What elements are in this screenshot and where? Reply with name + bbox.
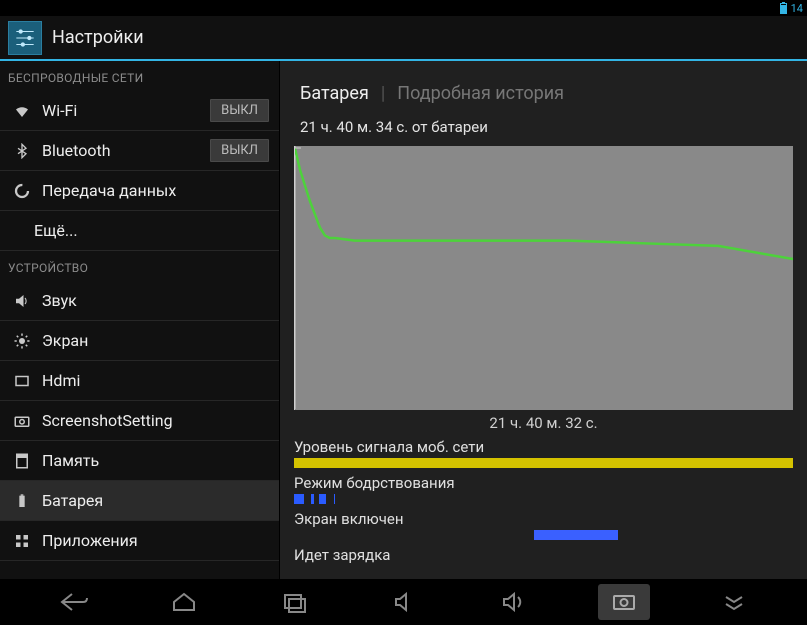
tab-separator: | (381, 83, 385, 104)
hdmi-icon (10, 372, 34, 390)
tab-battery[interactable]: Батарея (300, 83, 369, 104)
chart-axis-end: 21 ч. 40 м. 32 с. (280, 414, 807, 432)
settings-app-icon (8, 21, 42, 55)
row-awake-track (294, 494, 793, 504)
sidebar-item-hdmi[interactable]: Hdmi (0, 361, 279, 401)
camera-icon (10, 412, 34, 430)
sidebar-item-label: Ещё... (34, 221, 78, 240)
row-screen: Экран включен (294, 510, 793, 540)
sound-icon (10, 292, 34, 310)
nav-volume-up-button[interactable] (488, 584, 540, 620)
sidebar-item-sound[interactable]: Звук (0, 281, 279, 321)
sidebar-item-display[interactable]: Экран (0, 321, 279, 361)
row-awake: Режим бодрствования (294, 474, 793, 504)
sidebar-item-label: Приложения (42, 531, 138, 550)
sidebar-item-label: Батарея (42, 491, 103, 510)
storage-icon (10, 452, 34, 470)
bluetooth-icon (10, 143, 34, 159)
on-battery-time: 21 ч. 40 м. 34 с. от батареи (280, 118, 807, 142)
data-usage-icon (10, 182, 34, 200)
sidebar-item-screenshot[interactable]: ScreenshotSetting (0, 401, 279, 441)
sidebar-item-apps[interactable]: Приложения (0, 521, 279, 561)
battery-chart[interactable] (294, 146, 793, 410)
nav-recent-button[interactable] (268, 584, 320, 620)
section-header-device: УСТРОЙСТВО (0, 251, 279, 281)
battery-status-icon (780, 3, 787, 14)
tab-history[interactable]: Подробная история (397, 83, 564, 104)
brightness-icon (10, 332, 34, 350)
row-charging: Идет зарядка (294, 546, 793, 576)
row-charging-label: Идет зарядка (294, 546, 793, 564)
sidebar-item-wifi[interactable]: Wi-Fi ВЫКЛ (0, 91, 279, 131)
battery-chart-svg (295, 146, 793, 409)
battery-panel: Батарея | Подробная история 21 ч. 40 м. … (280, 61, 807, 579)
sidebar-item-label: Звук (42, 291, 77, 310)
nav-back-button[interactable] (48, 584, 100, 620)
sidebar-item-data-usage[interactable]: Передача данных (0, 171, 279, 211)
sidebar-item-label: ScreenshotSetting (42, 411, 173, 430)
sidebar-item-label: Экран (42, 331, 88, 350)
wifi-icon (10, 102, 34, 120)
row-awake-label: Режим бодрствования (294, 474, 793, 492)
sidebar-item-battery[interactable]: Батарея (0, 481, 279, 521)
sidebar-item-label: Bluetooth (42, 141, 111, 160)
sidebar-item-more[interactable]: Ещё... (0, 211, 279, 251)
nav-expand-button[interactable] (708, 584, 760, 620)
sidebar-item-label: Hdmi (42, 371, 80, 390)
status-bar: 14 (0, 0, 807, 16)
sidebar-item-storage[interactable]: Память (0, 441, 279, 481)
row-signal-label: Уровень сигнала моб. сети (294, 438, 793, 456)
bluetooth-toggle[interactable]: ВЫКЛ (210, 139, 269, 162)
nav-volume-down-button[interactable] (378, 584, 430, 620)
nav-screenshot-button[interactable] (598, 584, 650, 620)
apps-icon (10, 532, 34, 550)
sidebar-item-label: Память (42, 451, 99, 470)
app-title: Настройки (52, 27, 144, 48)
nav-home-button[interactable] (158, 584, 210, 620)
sidebar-item-label: Передача данных (42, 181, 176, 200)
system-nav-bar (0, 579, 807, 625)
action-bar: Настройки (0, 16, 807, 61)
row-charging-track (294, 566, 793, 576)
tabs: Батарея | Подробная история (280, 61, 807, 118)
row-signal: Уровень сигнала моб. сети (294, 438, 793, 468)
status-clock: 14 (791, 2, 803, 15)
settings-sidebar: БЕСПРОВОДНЫЕ СЕТИ Wi-Fi ВЫКЛ Bluetooth В… (0, 61, 280, 579)
row-screen-label: Экран включен (294, 510, 793, 528)
row-signal-track (294, 458, 793, 468)
row-screen-track (294, 530, 793, 540)
wifi-toggle[interactable]: ВЫКЛ (210, 99, 269, 122)
battery-icon (10, 493, 34, 509)
main-container: БЕСПРОВОДНЫЕ СЕТИ Wi-Fi ВЫКЛ Bluetooth В… (0, 61, 807, 579)
section-header-wireless: БЕСПРОВОДНЫЕ СЕТИ (0, 61, 279, 91)
sidebar-item-label: Wi-Fi (42, 101, 77, 120)
sidebar-item-bluetooth[interactable]: Bluetooth ВЫКЛ (0, 131, 279, 171)
